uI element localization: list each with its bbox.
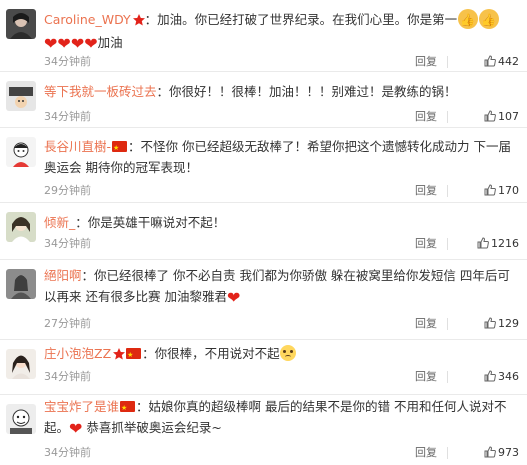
timestamp: 34分钟前 [44,237,91,250]
reply-button[interactable]: 回复 [415,109,437,125]
username-link[interactable]: 宝宝炸了是谁 [44,399,119,414]
red-heart-icon: ❤ [84,34,98,53]
username-link[interactable]: 長谷川直樹- [44,139,111,154]
comment-text: 等下我就一板砖过去：你很好！！很棒！加油！！！别难过！是教练的锅！ [44,81,519,102]
comment-item: 等下我就一板砖过去：你很好！！很棒！加油！！！别难过！是教练的锅！ 34分钟前 … [0,72,527,128]
comment-text: 長谷川直樹-：不怪你 你已经超级无敌棒了！希望你把这个遗憾转化成动力 下一届奥运… [44,136,519,178]
like-count: 129 [498,317,519,330]
timestamp: 34分钟前 [44,55,91,68]
like-button[interactable]: 442 [484,54,519,70]
comment-meta: 34分钟前 回复 346 [44,369,519,385]
comment-meta: 34分钟前 回复 1216 [44,236,519,252]
china-flag-icon [120,398,136,419]
red-heart-icon: ❤ [70,34,85,53]
like-button[interactable]: 973 [484,445,519,461]
comment-text: Caroline_WDY：加油。你已经打破了世界纪录。在我们心里。你是第一 ❤❤… [44,9,519,53]
comment-meta: 29分钟前 回复 170 [44,183,519,199]
china-flag-icon [126,345,142,366]
comment-body-cont: 恭喜抓举破奥运会纪录~ [86,420,222,435]
username-link[interactable]: 庄小泡泡ZZ [44,346,111,361]
comment-meta: 34分钟前 回复 107 [44,109,519,125]
china-flag-icon [112,138,128,159]
red-heart-icon: ❤ [226,288,241,307]
comment-meta: 34分钟前 回复 442 [44,54,519,70]
like-button[interactable]: 1216 [477,236,519,252]
reply-button[interactable]: 回复 [415,54,437,70]
like-count: 973 [498,446,519,459]
avatar[interactable] [6,349,36,379]
thumbs-up-icon [484,317,496,329]
comment-item: Caroline_WDY：加油。你已经打破了世界纪录。在我们心里。你是第一 ❤❤… [0,0,527,72]
like-count: 1216 [491,237,519,250]
red-heart-icon: ❤ [57,34,71,53]
comment-body: ：你是英雄干嘛说对不起！ [75,215,226,230]
crying-face-icon [279,345,296,361]
thumbs-up-icon [484,110,496,122]
avatar[interactable] [6,81,36,111]
comment-text: 庄小泡泡ZZ ：你很棒，不用说对不起 [44,343,519,366]
thumbs-up-emoji-icon [479,9,500,31]
star-badge-icon [113,345,126,366]
comment-item: 絕阳啊：你已经很棒了 你不必自责 我们都为你骄傲 躲在被窝里给你发短信 四年后可… [0,260,527,340]
timestamp: 34分钟前 [44,110,91,123]
thumbs-up-icon [484,370,496,382]
thumbs-up-icon [484,55,496,67]
like-count: 170 [498,184,519,197]
comment-body: ：你很棒，不用说对不起 [142,346,280,361]
avatar[interactable] [6,9,36,39]
thumbs-up-emoji-icon [458,9,479,31]
comment-body-cont: 加油 [97,35,123,50]
red-heart-icon: ❤ [69,419,83,438]
like-button[interactable]: 346 [484,369,519,385]
divider [447,185,448,197]
username-link[interactable]: 倾新_ [44,215,75,230]
comment-meta: 34分钟前 回复 973 [44,445,519,461]
comment-body: ：你已经很棒了 你不必自责 我们都为你骄傲 躲在被窝里给你发短信 四年后可以再来… [44,268,510,304]
timestamp: 34分钟前 [44,446,91,459]
thumbs-up-icon [484,184,496,196]
thumbs-up-icon [484,446,496,458]
timestamp: 34分钟前 [44,370,91,383]
divider [447,371,448,383]
avatar[interactable] [6,137,36,167]
divider [447,447,448,459]
timestamp: 29分钟前 [44,184,91,197]
username-link[interactable]: 等下我就一板砖过去 [44,84,157,99]
avatar[interactable] [6,404,36,434]
reply-button[interactable]: 回复 [415,183,437,199]
comment-item: 庄小泡泡ZZ ：你很棒，不用说对不起 34分钟前 回复 346 [0,340,527,395]
like-button[interactable]: 129 [484,316,519,332]
reply-button[interactable]: 回复 [415,236,437,252]
reply-button[interactable]: 回复 [415,445,437,461]
reply-button[interactable]: 回复 [415,369,437,385]
comment-body: ：你很好！！很棒！加油！！！别难过！是教练的锅！ [156,84,457,99]
avatar[interactable] [6,212,36,242]
comment-text: 倾新_：你是英雄干嘛说对不起！ [44,212,519,233]
comment-text: 宝宝炸了是谁：姑娘你真的超级棒啊 最后的结果不是你的错 不用和任何人说对不起。❤… [44,396,519,438]
avatar[interactable] [6,269,36,299]
divider [447,111,448,123]
like-count: 346 [498,370,519,383]
like-button[interactable]: 107 [484,109,519,125]
comment-item: 宝宝炸了是谁：姑娘你真的超级棒啊 最后的结果不是你的错 不用和任何人说对不起。❤… [0,395,527,465]
divider [447,56,448,68]
comment-body: ：加油。你已经打破了世界纪录。在我们心里。你是第一 [144,12,458,27]
username-link[interactable]: 絕阳啊 [44,268,82,283]
like-button[interactable]: 170 [484,183,519,199]
divider [447,318,448,330]
star-badge-icon [132,11,145,32]
comment-feed: Caroline_WDY：加油。你已经打破了世界纪录。在我们心里。你是第一 ❤❤… [0,0,527,465]
timestamp: 27分钟前 [44,317,91,330]
red-heart-icon: ❤ [44,34,58,53]
divider [447,238,448,250]
like-count: 442 [498,55,519,68]
username-link[interactable]: Caroline_WDY [44,12,131,27]
reply-button[interactable]: 回复 [415,316,437,332]
comment-item: 倾新_：你是英雄干嘛说对不起！ 34分钟前 回复 1216 [0,203,527,260]
comment-text: 絕阳啊：你已经很棒了 你不必自责 我们都为你骄傲 躲在被窝里给你发短信 四年后可… [44,265,519,307]
comment-meta: 27分钟前 回复 129 [44,316,519,332]
thumbs-up-icon [477,237,489,249]
comment-item: 長谷川直樹-：不怪你 你已经超级无敌棒了！希望你把这个遗憾转化成动力 下一届奥运… [0,128,527,203]
like-count: 107 [498,110,519,123]
